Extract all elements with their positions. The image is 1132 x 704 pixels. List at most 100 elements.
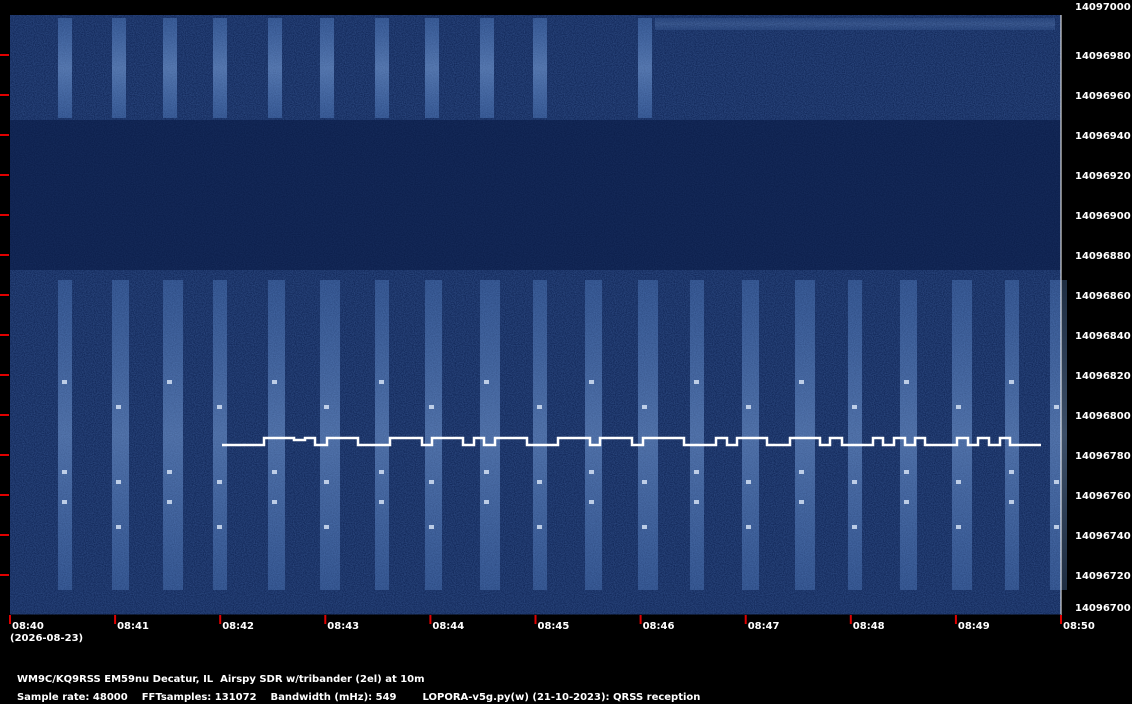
x-tick-label: 08:46 (643, 621, 675, 632)
signal-dot (694, 470, 699, 474)
signal-column (655, 18, 1055, 30)
signal-dot (484, 380, 489, 384)
signal-column (480, 18, 494, 118)
sample-rate: Sample rate: 48000 (16, 692, 128, 703)
x-axis-ticks (9, 615, 1062, 624)
signal-column (952, 280, 972, 590)
signal-dot (272, 500, 277, 504)
signal-dot (799, 470, 804, 474)
signal-column (213, 18, 227, 118)
qrss-waterfall-chart: 14097000 14096980 14096960 14096940 14096920… (0, 2, 1131, 644)
signal-dot (324, 480, 329, 484)
signal-column (425, 280, 442, 590)
x-tick-label: 08:44 (432, 621, 464, 632)
signal-column (1050, 280, 1067, 590)
signal-dot (799, 380, 804, 384)
y-axis-labels: 14097000 14096980 14096960 14096940 14096920… (1075, 2, 1131, 614)
signal-dot (167, 500, 172, 504)
signal-dot (746, 405, 751, 409)
signal-column (213, 280, 227, 590)
signal-dot (956, 480, 961, 484)
signal-dot (62, 380, 67, 384)
signal-dot (589, 380, 594, 384)
signal-column (900, 280, 917, 590)
signal-column (425, 18, 439, 118)
signal-column (585, 280, 602, 590)
signal-dot (62, 500, 67, 504)
signal-column (795, 280, 815, 590)
signal-column (268, 280, 285, 590)
y-tick-label: 14096760 (1075, 491, 1131, 502)
x-tick-label: 08:41 (117, 621, 149, 632)
signal-column (375, 280, 389, 590)
signal-column (163, 280, 183, 590)
signal-dot (904, 500, 909, 504)
signal-dot (904, 470, 909, 474)
software-info: LOPORA-v5g.py(w) (21-10-2023): QRSS rece… (422, 692, 701, 703)
signal-dot (1054, 405, 1059, 409)
signal-dot (642, 480, 647, 484)
y-tick-label: 14096940 (1075, 131, 1131, 142)
signal-dot (537, 405, 542, 409)
signal-dot (62, 470, 67, 474)
x-tick-label: 08:43 (327, 621, 359, 632)
signal-dot (589, 470, 594, 474)
y-tick-label: 14096820 (1075, 371, 1131, 382)
signal-dot (904, 380, 909, 384)
signal-dot (217, 525, 222, 529)
signal-column (163, 18, 177, 118)
y-axis-ticks (0, 54, 9, 576)
signal-dot (324, 525, 329, 529)
x-tick-label: 08:47 (748, 621, 780, 632)
signal-column (58, 18, 72, 118)
y-tick-label: 14096840 (1075, 331, 1131, 342)
signal-dot (537, 480, 542, 484)
y-tick-label: 14096720 (1075, 571, 1131, 582)
signal-dot (217, 405, 222, 409)
signal-dot (429, 405, 434, 409)
signal-dot (116, 405, 121, 409)
x-tick-label: 08:42 (222, 621, 254, 632)
y-tick-label: 14096800 (1075, 411, 1131, 422)
footer-params: Sample rate: 48000 FFTsamples: 131072 Band… (10, 680, 700, 704)
signal-column (480, 280, 500, 590)
signal-dot (217, 480, 222, 484)
signal-dot (429, 525, 434, 529)
signal-dot (694, 500, 699, 504)
signal-column (320, 280, 340, 590)
signal-column (533, 18, 547, 118)
signal-column (375, 18, 389, 118)
signal-column (112, 280, 129, 590)
signal-dot (589, 500, 594, 504)
x-tick-label: 08:45 (538, 621, 570, 632)
signal-dot (272, 470, 277, 474)
bandwidth: Bandwidth (mHz): 549 (270, 692, 397, 703)
signal-dot (379, 380, 384, 384)
signal-column (320, 18, 334, 118)
signal-dot (116, 480, 121, 484)
signal-dot (1009, 470, 1014, 474)
y-tick-label: 14096880 (1075, 251, 1131, 262)
signal-column (742, 280, 759, 590)
signal-column (58, 280, 72, 590)
signal-dot (484, 470, 489, 474)
signal-dot (746, 525, 751, 529)
signal-dot (167, 380, 172, 384)
signal-dot (116, 525, 121, 529)
signal-column (638, 18, 652, 118)
signal-dot (799, 500, 804, 504)
signal-dot (642, 525, 647, 529)
signal-column (112, 18, 126, 118)
x-tick-label: 08:48 (853, 621, 885, 632)
x-tick-label: 08:49 (958, 621, 990, 632)
y-tick-label: 14097000 (1075, 2, 1131, 13)
signal-dot (537, 525, 542, 529)
signal-dot (324, 405, 329, 409)
signal-dot (746, 480, 751, 484)
signal-dot (694, 380, 699, 384)
signal-dot (484, 500, 489, 504)
dark-band (10, 120, 1061, 270)
signal-column (533, 280, 547, 590)
y-tick-label: 14096860 (1075, 291, 1131, 302)
y-tick-label: 14096900 (1075, 211, 1131, 222)
